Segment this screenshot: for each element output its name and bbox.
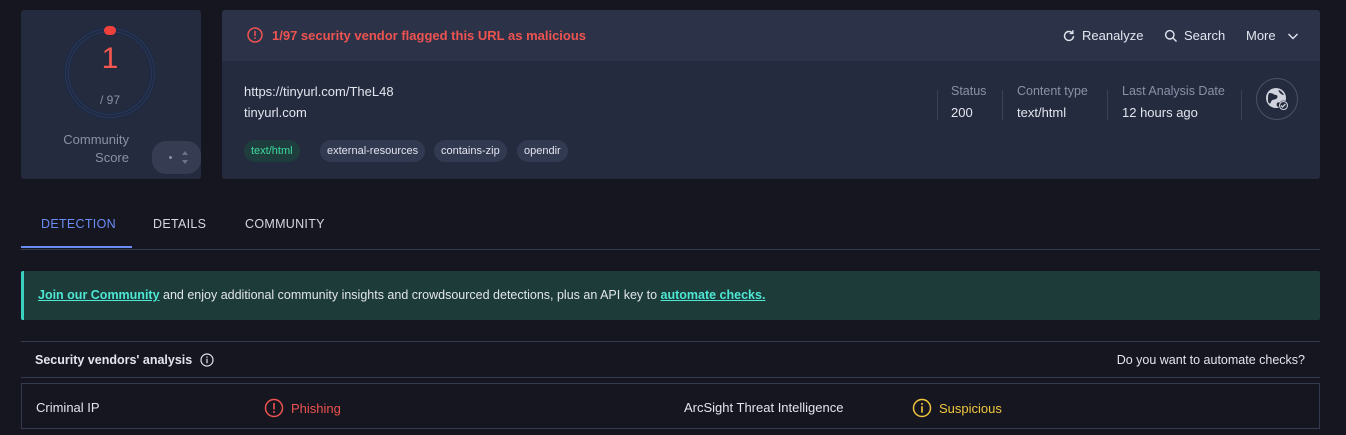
community-banner: Join our Community and enjoy additional … [21, 271, 1320, 320]
more-dropdown[interactable]: More [1246, 28, 1300, 43]
url-summary-card: 1/97 security vendor flagged this URL as… [222, 10, 1320, 179]
vendor-verdict-suspicious: Suspicious [912, 398, 1002, 418]
globe-link-icon[interactable] [1256, 78, 1298, 120]
last-analysis-value: 12 hours ago [1122, 105, 1198, 120]
detection-score-card: 1 / 97 Community Score [21, 10, 201, 179]
automate-checks-prompt[interactable]: Do you want to automate checks? [1117, 353, 1305, 367]
vendor-name: ArcSight Threat Intelligence [684, 400, 844, 415]
content-type-value: text/html [1017, 105, 1067, 120]
vendors-title: Security vendors' analysis [35, 353, 193, 367]
status-value: 200 [951, 105, 973, 120]
search-label: Search [1184, 28, 1226, 43]
reanalyze-button[interactable]: Reanalyze [1062, 28, 1143, 43]
more-label: More [1246, 28, 1276, 43]
vendor-name: Criminal IP [36, 400, 100, 415]
meta-divider [937, 90, 938, 120]
vendor-verdict-malicious: Phishing [264, 398, 341, 418]
automate-checks-link[interactable]: automate checks. [661, 288, 766, 302]
tab-detection[interactable]: DETECTION [41, 217, 116, 231]
join-community-link[interactable]: Join our Community [38, 288, 160, 302]
tag-mime[interactable]: text/html [244, 140, 300, 162]
refresh-icon [1063, 29, 1075, 41]
vendors-header: Security vendors' analysis Do you want t… [21, 341, 1320, 378]
community-score-value-dot [169, 156, 172, 159]
globe-icon [1266, 88, 1289, 111]
banner-text: Join our Community and enjoy additional … [38, 288, 765, 302]
gauge-detection-marker [104, 26, 116, 35]
tag-external-resources[interactable]: external-resources [320, 140, 426, 162]
alert-circle-icon [264, 398, 284, 418]
table-row: Criminal IP Phishing ArcSight Threat Int… [21, 383, 1320, 429]
detection-count: 1 [101, 42, 119, 75]
tag-contains-zip[interactable]: contains-zip [434, 140, 507, 162]
verdict-label: Suspicious [939, 400, 1002, 416]
alert-circle-icon [247, 27, 263, 43]
report-tabs: DETECTION DETAILS COMMUNITY [21, 200, 1320, 250]
alert-text: 1/97 security vendor flagged this URL as… [272, 28, 587, 43]
info-icon[interactable] [200, 353, 214, 367]
status-label: Status [951, 84, 987, 98]
vote-down-icon[interactable] [182, 160, 188, 164]
banner-middle-text: and enjoy additional community insights … [159, 288, 661, 302]
community-label-line1: Community [63, 132, 129, 147]
last-analysis-label: Last Analysis Date [1122, 84, 1225, 98]
community-score-label: Community Score [51, 131, 129, 167]
verdict-label: Phishing [291, 400, 341, 416]
community-score-stepper[interactable] [152, 141, 201, 174]
search-icon [1164, 29, 1177, 42]
analyzed-domain[interactable]: tinyurl.com [244, 105, 307, 120]
info-circle-icon [912, 398, 932, 418]
meta-divider [1107, 90, 1108, 120]
tab-details[interactable]: DETAILS [153, 217, 206, 231]
meta-divider [1002, 90, 1003, 120]
reanalyze-label: Reanalyze [1082, 28, 1144, 43]
tab-community[interactable]: COMMUNITY [245, 217, 325, 231]
analyzed-url[interactable]: https://tinyurl.com/TheL48 [244, 84, 394, 99]
active-tab-indicator [21, 246, 132, 248]
meta-divider [1241, 90, 1242, 120]
search-button[interactable]: Search [1164, 28, 1225, 43]
tag-opendir[interactable]: opendir [517, 140, 568, 162]
vote-up-icon[interactable] [182, 151, 188, 155]
detection-total: / 97 [99, 93, 120, 107]
content-type-label: Content type [1017, 84, 1088, 98]
malicious-alert-bar: 1/97 security vendor flagged this URL as… [222, 10, 1320, 61]
chevron-down-icon [1287, 33, 1298, 39]
community-label-line2: Score [95, 150, 129, 165]
